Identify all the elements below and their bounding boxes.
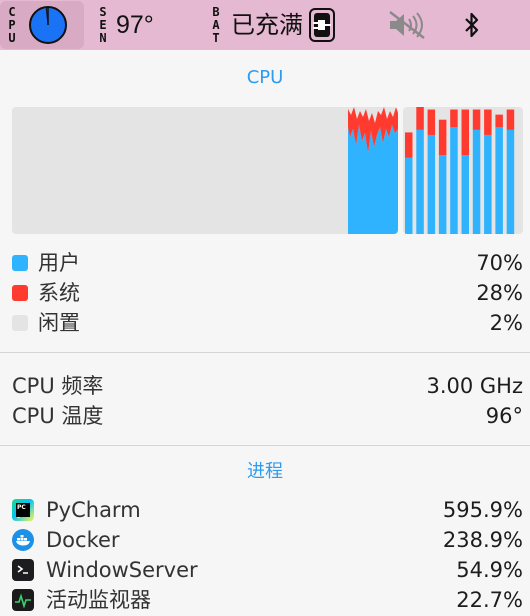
process-section-title: 进程: [247, 461, 283, 482]
menu-bar: C P U S E N 97° B A T 已充满: [0, 0, 530, 50]
temperature-value: 96°: [485, 403, 523, 428]
process-cpu-value: 54.9%: [456, 557, 523, 582]
process-cpu-value: 238.9%: [442, 527, 523, 552]
cpu-temperature-row: CPU 温度 96°: [12, 402, 523, 430]
core-user-bar: [461, 155, 469, 234]
cpu-section-title: CPU: [246, 67, 284, 88]
divider: [0, 352, 530, 353]
frequency-value: 3.00 GHz: [426, 373, 523, 398]
divider: [0, 445, 530, 446]
battery-menu-item[interactable]: B A T 已充满: [207, 0, 335, 50]
user-value: 70%: [476, 250, 523, 275]
core-user-bar: [506, 129, 515, 234]
process-row[interactable]: Docker 238.9%: [12, 526, 523, 554]
core-system-bar: [484, 109, 492, 135]
core-system-bar: [506, 109, 515, 130]
core-system-bar: [405, 132, 413, 158]
core-system-bar: [416, 107, 424, 130]
cpu-history-graph: [12, 107, 398, 234]
speaker-muted-icon: [386, 10, 428, 40]
power-plug-icon: [309, 8, 335, 42]
core-system-bar: [472, 109, 481, 130]
core-system-bar: [495, 114, 503, 128]
sensor-vertical-label: S E N: [99, 4, 107, 45]
docker-icon: [12, 529, 34, 551]
volume-menu-item[interactable]: [386, 0, 428, 50]
user-color-swatch: [12, 255, 28, 271]
sensor-menu-item[interactable]: S E N 97°: [94, 0, 154, 50]
terminal-icon: [12, 559, 34, 581]
cpu-vertical-label: C P U: [8, 4, 16, 45]
process-cpu-value: 22.7%: [456, 587, 523, 612]
pycharm-icon: PC _: [12, 499, 34, 521]
core-user-bar: [405, 157, 413, 234]
system-color-swatch: [12, 285, 28, 301]
temperature-label: CPU 温度: [12, 403, 104, 428]
core-user-bar: [450, 127, 458, 234]
process-row[interactable]: PC _ PyCharm 595.9%: [12, 496, 523, 524]
core-system-bar: [461, 109, 469, 156]
core-user-bar: [472, 129, 481, 234]
core-system-bar: [427, 109, 436, 135]
process-name: 活动监视器: [46, 587, 151, 612]
core-user-bar: [438, 155, 447, 234]
bluetooth-menu-item[interactable]: [463, 0, 481, 50]
frequency-label: CPU 频率: [12, 373, 104, 398]
core-user-bar: [495, 127, 503, 234]
core-user-bar: [427, 134, 436, 234]
system-value: 28%: [476, 280, 523, 305]
process-name: WindowServer: [46, 557, 198, 582]
battery-status: 已充满: [231, 11, 303, 39]
idle-color-swatch: [12, 315, 28, 331]
battery-vertical-label: B A T: [212, 4, 220, 45]
idle-value: 2%: [489, 310, 523, 335]
cpu-frequency-row: CPU 频率 3.00 GHz: [12, 372, 523, 400]
cpu-pie-icon: [28, 5, 68, 45]
bluetooth-icon: [463, 11, 481, 39]
process-name: PyCharm: [46, 497, 141, 522]
process-row[interactable]: 活动监视器 22.7%: [12, 586, 523, 614]
user-label: 用户: [38, 250, 80, 275]
cpu-core-bars: [403, 107, 523, 234]
process-row[interactable]: WindowServer 54.9%: [12, 556, 523, 584]
cpu-system-row: 系统 28%: [12, 279, 523, 307]
sensor-temperature: 97°: [116, 10, 154, 39]
core-user-bar: [484, 134, 492, 234]
cpu-menu-item[interactable]: C P U: [0, 1, 84, 49]
core-system-bar: [438, 119, 447, 156]
system-label: 系统: [38, 280, 80, 305]
core-system-bar: [450, 109, 458, 128]
process-name: Docker: [46, 527, 120, 552]
cpu-idle-row: 闲置 2%: [12, 309, 523, 337]
core-user-bar: [416, 129, 424, 234]
idle-label: 闲置: [38, 310, 80, 335]
process-cpu-value: 595.9%: [442, 497, 523, 522]
cpu-user-row: 用户 70%: [12, 249, 523, 277]
activity-monitor-icon: [12, 589, 34, 611]
